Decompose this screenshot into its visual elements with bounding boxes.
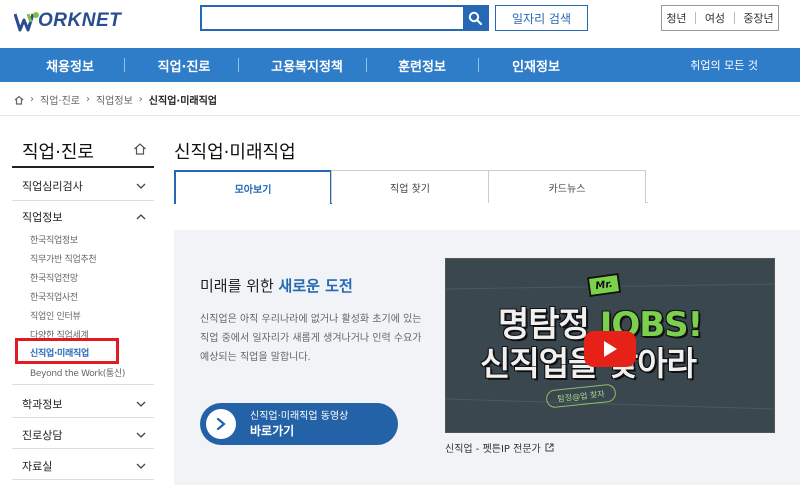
page-title: 신직업·미래직업 bbox=[174, 142, 296, 163]
tab-find-job[interactable]: 직업 찾기 bbox=[331, 170, 489, 203]
nav-item-welfare-policy[interactable]: 고용복지정책 bbox=[262, 56, 352, 75]
nav-divider bbox=[366, 58, 367, 72]
nav-all-menu[interactable]: 취업의 모든 것 bbox=[690, 57, 758, 73]
chevron-down-icon bbox=[136, 183, 146, 189]
tab-card-news[interactable]: 카드뉴스 bbox=[488, 170, 646, 203]
sidebar-title: 직업·진로 bbox=[22, 142, 94, 163]
chevron-down-icon bbox=[136, 463, 146, 469]
sidebar-item-job-info[interactable]: 직업정보 bbox=[22, 209, 146, 225]
sidebar-sub-job-recommend[interactable]: 직무가반 직업추천 bbox=[30, 252, 97, 265]
nav-item-career[interactable]: 직업·진로 bbox=[148, 56, 220, 75]
video-link-line1: 신직업·미래직업 동영상 bbox=[250, 411, 349, 422]
divider bbox=[695, 12, 697, 24]
divider bbox=[733, 12, 735, 24]
divider bbox=[12, 479, 154, 480]
divider bbox=[12, 448, 154, 449]
sidebar-item-label: 직업심리검사 bbox=[22, 180, 83, 193]
audience-youth[interactable]: 청년 bbox=[666, 10, 686, 26]
chevron-right-circle-icon bbox=[206, 409, 236, 439]
nav-divider bbox=[478, 58, 479, 72]
divider bbox=[0, 115, 800, 116]
divider bbox=[12, 166, 154, 168]
divider bbox=[12, 200, 154, 201]
headline-accent: 새로운 도전 bbox=[278, 277, 353, 295]
header: ORKNET 일자리 검색 청년 여성 중장년 bbox=[0, 0, 800, 44]
nav-item-training[interactable]: 훈련정보 bbox=[386, 56, 458, 75]
headline-text: 미래를 위한 bbox=[200, 277, 279, 295]
search-box bbox=[200, 5, 489, 31]
sidebar-item-label: 자료실 bbox=[22, 460, 53, 473]
search-icon bbox=[468, 11, 482, 25]
nav-divider bbox=[124, 58, 125, 72]
video-thumbnail[interactable]: Mr. 명탐정 JOBS! 신직업을 찾아라 탐정@업 찾자 bbox=[445, 258, 775, 433]
search-input[interactable] bbox=[202, 7, 463, 29]
sidebar-item-major-info[interactable]: 학과정보 bbox=[22, 396, 146, 412]
breadcrumb: 홈 › 직업·진로 › 직업정보 › 신직업·미래직업 bbox=[14, 92, 217, 107]
search-button[interactable] bbox=[463, 7, 487, 29]
video-caption[interactable]: 신직업 - 펫튼IP 전문가 bbox=[445, 440, 554, 455]
breadcrumb-current: 신직업·미래직업 bbox=[148, 96, 217, 107]
nav-divider bbox=[238, 58, 239, 72]
chevron-up-icon bbox=[136, 214, 146, 220]
audience-women[interactable]: 여성 bbox=[705, 10, 725, 26]
breadcrumb-job-info[interactable]: 직업정보 bbox=[96, 92, 133, 107]
sidebar-sub-job-dictionary[interactable]: 한국직업사전 bbox=[30, 290, 78, 303]
worknet-logo[interactable]: ORKNET bbox=[14, 8, 121, 34]
sidebar-sub-korea-job-info[interactable]: 한국직업정보 bbox=[30, 233, 78, 246]
chevron-right-icon: › bbox=[85, 94, 90, 105]
video-link-text: 신직업·미래직업 동영상 바로가기 bbox=[250, 410, 348, 438]
divider bbox=[12, 384, 154, 385]
audience-middle-aged[interactable]: 중장년 bbox=[743, 10, 773, 26]
sidebar-item-label: 학과정보 bbox=[22, 398, 63, 411]
tab-bar: 모아보기 직업 찾기 카드뉴스 bbox=[174, 170, 648, 204]
divider bbox=[12, 417, 154, 418]
chevron-down-icon bbox=[136, 401, 146, 407]
sidebar-item-label: 진로상담 bbox=[22, 429, 63, 442]
main-nav: 채용정보 직업·진로 고용복지정책 훈련정보 인재정보 취업의 모든 것 bbox=[0, 48, 800, 82]
sidebar-sub-job-interview[interactable]: 직업인 인터뷰 bbox=[30, 309, 81, 322]
sidebar-item-resources[interactable]: 자료실 bbox=[22, 458, 146, 474]
chevron-down-icon bbox=[136, 432, 146, 438]
logo-w-icon bbox=[14, 12, 39, 32]
highlight-box bbox=[15, 338, 119, 364]
sidebar-item-label: 직업정보 bbox=[22, 211, 63, 224]
sidebar-item-career-counsel[interactable]: 진로상담 bbox=[22, 427, 146, 443]
logo-text: ORKNET bbox=[38, 10, 122, 31]
sidebar-item-aptitude-test[interactable]: 직업심리검사 bbox=[22, 178, 146, 194]
sidebar-sub-beyond-the-work[interactable]: Beyond the Work(통신) bbox=[30, 366, 125, 379]
breadcrumb-career[interactable]: 직업·진로 bbox=[40, 92, 80, 107]
external-link-icon bbox=[545, 443, 554, 452]
video-caption-text: 신직업 - 펫튼IP 전문가 bbox=[445, 444, 541, 455]
video-link-button[interactable]: 신직업·미래직업 동영상 바로가기 bbox=[200, 403, 398, 445]
audience-selector: 청년 여성 중장년 bbox=[661, 5, 779, 31]
chevron-right-icon: › bbox=[30, 94, 34, 105]
play-icon bbox=[604, 341, 617, 357]
chevron-right-icon: › bbox=[138, 94, 143, 105]
section-headline: 미래를 위한 새로운 도전 bbox=[200, 275, 353, 296]
home-icon[interactable] bbox=[14, 95, 24, 105]
sidebar-sub-job-outlook[interactable]: 한국직업전망 bbox=[30, 271, 78, 284]
home-icon[interactable] bbox=[133, 142, 147, 156]
description-text: 신직업은 아직 우리나라에 없거나 활성화 초기에 있는 직업 중에서 일자리가… bbox=[200, 314, 422, 363]
play-button[interactable] bbox=[584, 331, 636, 367]
video-link-line2: 바로가기 bbox=[250, 424, 295, 438]
job-search-button[interactable]: 일자리 검색 bbox=[495, 5, 588, 31]
nav-item-talent[interactable]: 인재정보 bbox=[500, 56, 572, 75]
tab-overview[interactable]: 모아보기 bbox=[174, 170, 332, 204]
nav-item-jobs[interactable]: 채용정보 bbox=[40, 56, 100, 75]
